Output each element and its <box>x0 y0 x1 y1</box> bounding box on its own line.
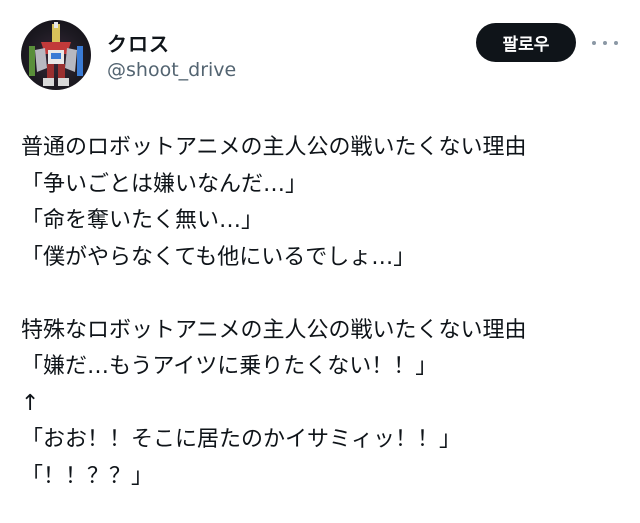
tweet-text: 普通のロボットアニメの主人公の戦いたくない理由 「争いごとは嫌いなんだ…」 「命… <box>21 130 621 495</box>
tweet-line: ↑ <box>21 390 40 416</box>
tweet-line: 特殊なロボットアニメの主人公の戦いたくない理由 <box>21 317 527 343</box>
tweet-line: 「争いごとは嫌いなんだ…」 <box>21 171 308 197</box>
more-dots-icon[interactable] <box>592 33 618 53</box>
display-name[interactable]: クロス <box>107 28 170 57</box>
more-dot <box>603 41 607 45</box>
follow-button[interactable]: 팔로우 <box>476 23 576 62</box>
tweet-line: 「僕がやらなくても他にいるでしょ…」 <box>21 244 416 270</box>
robot-avatar-icon[interactable] <box>21 20 91 90</box>
user-handle[interactable]: @shoot_drive <box>107 59 236 81</box>
tweet-line: 「おお！！そこに居たのかイサミィッ！！」 <box>21 427 462 452</box>
tweet-line: 「命を奪いたく無い…」 <box>21 208 264 233</box>
tweet-line: 普通のロボットアニメの主人公の戦いたくない理由 <box>21 135 527 160</box>
more-dot <box>592 41 596 45</box>
tweet-line: 「嫌だ…もうアイツに乗りたくない！！」 <box>21 354 438 379</box>
tweet-header: クロス @shoot_drive 팔로우 <box>0 0 640 110</box>
more-dot <box>614 41 618 45</box>
tweet-line: 「！！？？」 <box>21 463 154 489</box>
